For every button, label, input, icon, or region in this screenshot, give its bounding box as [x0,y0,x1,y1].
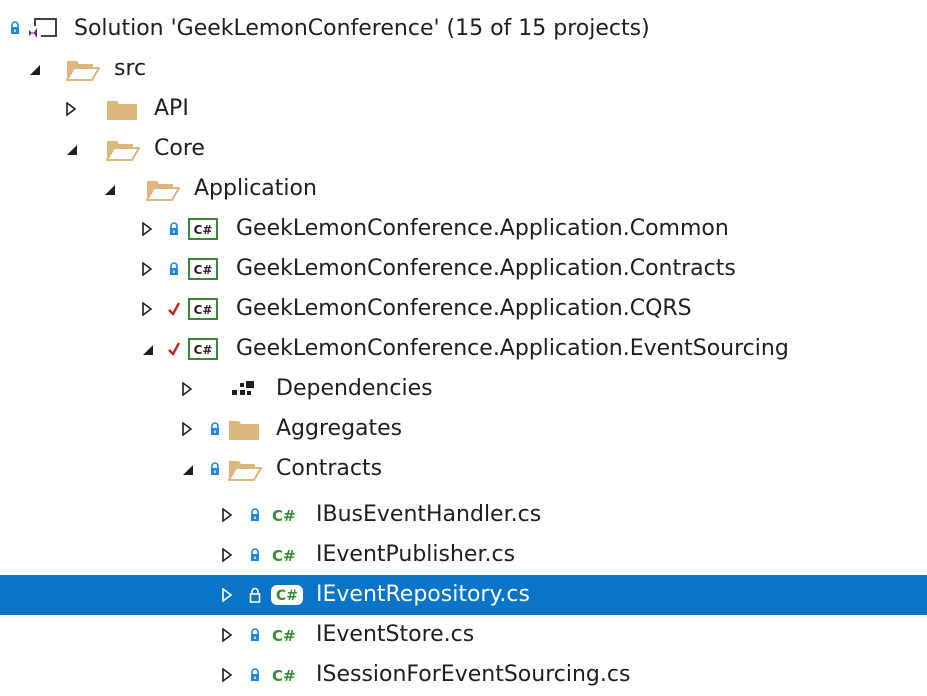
expanded-arrow-icon[interactable] [142,344,154,356]
csharp-project-icon: C# [188,298,218,320]
tree-row-file-ieventrepository-selected[interactable]: C# IEventRepository.cs [0,575,927,615]
dependencies-icon [230,380,256,398]
svg-text:C#: C# [194,303,213,317]
tree-row-project-cqrs[interactable]: C# GeekLemonConference.Application.CQRS [0,289,927,329]
collapsed-arrow-icon[interactable] [222,588,232,602]
collapsed-arrow-icon[interactable] [222,548,232,562]
tree-row-file-ieventstore[interactable]: C# IEventStore.cs [0,615,927,655]
tree-row-aggregates[interactable]: Aggregates [0,409,927,449]
folder-closed-icon [106,99,138,121]
svg-text:C#: C# [276,588,298,604]
csharp-file-icon: C# [270,584,304,606]
tree-row-label: IBusEventHandler.cs [316,502,542,527]
collapsed-arrow-icon[interactable] [222,668,232,682]
lock-icon [250,668,260,682]
tree-row-label: GeekLemonConference.Application.Contract… [236,256,736,281]
collapsed-arrow-icon[interactable] [182,422,192,436]
tree-row-label: GeekLemonConference.Application.Common [236,216,729,241]
tree-row-label: IEventStore.cs [316,622,475,647]
tree-row-solution[interactable]: Solution 'GeekLemonConference' (15 of 15… [0,9,927,49]
expanded-arrow-icon[interactable] [29,64,41,76]
tree-row-label: Dependencies [276,376,433,401]
lock-icon [210,462,220,476]
tree-row-label: API [154,96,189,121]
collapsed-arrow-icon[interactable] [66,102,76,116]
folder-open-icon [228,459,262,481]
lock-icon [250,548,260,562]
tree-row-label: Solution 'GeekLemonConference' (15 of 15… [74,16,650,41]
svg-text:C#: C# [272,667,296,685]
solution-icon [26,17,58,41]
tree-row-contracts-folder[interactable]: Contracts [0,449,927,489]
lock-icon [250,508,260,522]
tree-row-src[interactable]: src [0,49,927,89]
tree-row-project-eventsourcing[interactable]: C# GeekLemonConference.Application.Event… [0,329,927,369]
folder-open-icon [146,179,180,201]
svg-text:C#: C# [272,507,296,525]
tree-row-label: ISessionForEventSourcing.cs [316,662,631,687]
tree-row-application[interactable]: Application [0,169,927,209]
csharp-file-icon: C# [272,665,302,685]
tree-row-label: Application [194,176,317,201]
lock-icon [210,422,220,436]
collapsed-arrow-icon[interactable] [182,382,192,396]
tree-row-api[interactable]: API [0,89,927,129]
folder-open-icon [66,59,100,81]
tree-row-file-isessionforeventsourcing[interactable]: C# ISessionForEventSourcing.cs [0,655,927,695]
tree-row-label: GeekLemonConference.Application.EventSou… [236,336,789,361]
expanded-arrow-icon[interactable] [182,464,194,476]
csharp-file-icon: C# [272,625,302,645]
tree-row-label: GeekLemonConference.Application.CQRS [236,296,692,321]
lock-icon [169,262,179,276]
tree-row-dependencies[interactable]: Dependencies [0,369,927,409]
expanded-arrow-icon[interactable] [104,184,116,196]
tree-row-label: src [114,56,147,81]
tree-row-file-ibuseventhandler[interactable]: C# IBusEventHandler.cs [0,495,927,535]
collapsed-arrow-icon[interactable] [222,628,232,642]
folder-open-icon [106,139,140,161]
lock-icon [249,587,261,603]
svg-text:C#: C# [194,343,213,357]
tree-row-label: IEventRepository.cs [316,582,530,607]
tree-row-core[interactable]: Core [0,129,927,169]
csharp-project-icon: C# [188,338,218,360]
svg-text:C#: C# [272,547,296,565]
csharp-file-icon: C# [272,545,302,565]
lock-icon [10,21,20,35]
tree-row-project-contracts[interactable]: C# GeekLemonConference.Application.Contr… [0,249,927,289]
csharp-project-icon: C# [188,258,218,280]
expanded-arrow-icon[interactable] [66,144,78,156]
tree-row-label: Aggregates [276,416,403,441]
csharp-file-icon: C# [272,505,302,525]
folder-closed-icon [228,419,260,441]
collapsed-arrow-icon[interactable] [142,262,152,276]
svg-text:C#: C# [272,627,296,645]
collapsed-arrow-icon[interactable] [142,302,152,316]
svg-text:C#: C# [194,263,213,277]
checkmark-icon [167,341,181,357]
svg-text:C#: C# [194,223,213,237]
tree-row-project-common[interactable]: C# GeekLemonConference.Application.Commo… [0,209,927,249]
tree-row-label: Core [154,136,205,161]
collapsed-arrow-icon[interactable] [222,508,232,522]
lock-icon [250,628,260,642]
tree-row-file-ieventpublisher[interactable]: C# IEventPublisher.cs [0,535,927,575]
checkmark-icon [167,301,181,317]
lock-icon [169,222,179,236]
tree-row-label: Contracts [276,456,383,481]
collapsed-arrow-icon[interactable] [142,222,152,236]
solution-explorer-tree: Solution 'GeekLemonConference' (15 of 15… [0,0,927,696]
tree-row-label: IEventPublisher.cs [316,542,516,567]
csharp-project-icon: C# [188,218,218,240]
